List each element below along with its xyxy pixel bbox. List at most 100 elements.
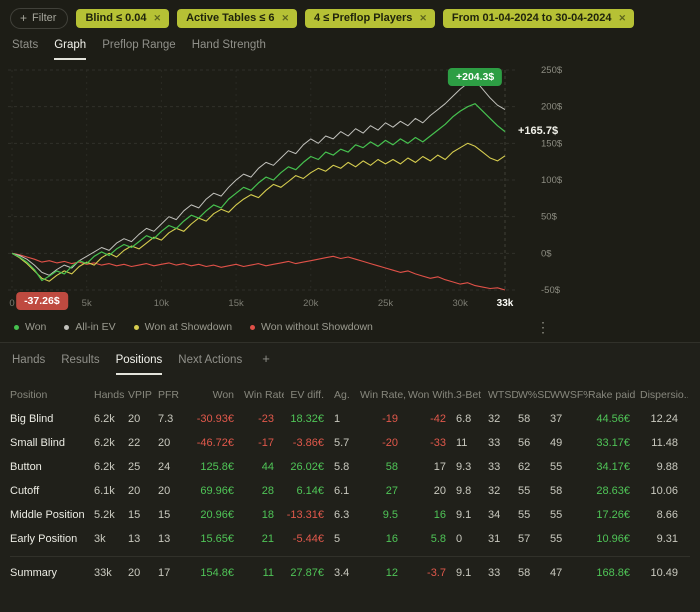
filter-pill[interactable]: From 01-04-2024 to 30-04-2024 ✕ [442, 9, 635, 28]
table-row[interactable]: Button 6.2k 25 24 125.8€ 44 26.02€ 5.8 58 17 9.3 33… [10, 455, 690, 479]
table-row[interactable]: Early Position 3k 13 13 15.65€ 21 -5.44€ 5 16 5.8… [10, 527, 690, 551]
stat-cell: -33 [430, 437, 446, 449]
stat-cell: 33 [488, 437, 501, 449]
column-header-rake-paid[interactable]: Rake paid [588, 389, 640, 401]
subtab-hands[interactable]: Hands [12, 354, 45, 375]
position-cell: Big Blind [10, 413, 54, 425]
stat-cell: 5.7 [334, 437, 350, 449]
stat-cell: 9.31 [656, 533, 678, 545]
stat-cell: 55 [518, 485, 531, 497]
column-header-ev-diff[interactable]: EV diff. [284, 389, 334, 401]
column-header-position[interactable]: Position [10, 389, 94, 401]
column-header-ag[interactable]: Ag. [334, 389, 360, 401]
stat-cell: 10.96€ [596, 533, 630, 545]
svg-text:20k: 20k [303, 298, 319, 309]
column-header-w-sd[interactable]: W%SD [518, 389, 550, 401]
stat-cell: 16 [433, 509, 446, 521]
legend-dot [64, 324, 70, 330]
svg-text:250$: 250$ [541, 65, 563, 76]
remove-filter-icon[interactable]: ✕ [154, 13, 162, 24]
add-tab-button[interactable]: + [262, 351, 270, 375]
subtab-positions[interactable]: Positions [115, 354, 163, 375]
column-header-win-rate[interactable]: Win Rate, ... [360, 389, 408, 401]
stat-cell: 44 [261, 461, 274, 473]
stat-cell: 12.24 [650, 413, 678, 425]
column-header-dispersio[interactable]: Dispersio... [640, 389, 688, 401]
column-header-won[interactable]: Won [190, 389, 244, 401]
remove-filter-icon[interactable]: ✕ [619, 13, 627, 24]
stat-cell: 34.17€ [596, 461, 630, 473]
column-header-vpip[interactable]: VPIP [128, 389, 158, 401]
column-header-hands[interactable]: Hands [94, 389, 128, 401]
stat-cell: 22 [128, 437, 141, 449]
more-options-icon[interactable]: ⋮ [536, 319, 550, 336]
remove-filter-icon[interactable]: ✕ [281, 13, 289, 24]
table-row[interactable]: Small Blind 6.2k 22 20 -46.72€ -17 -3.86€ 5.7 -2… [10, 431, 690, 455]
stat-cell: 20 [158, 485, 171, 497]
filter-button[interactable]: + Filter [10, 8, 69, 29]
stat-cell: 5.8 [430, 533, 446, 545]
filter-pill-label: From 01-04-2024 to 30-04-2024 [451, 12, 612, 24]
summary-row[interactable]: Summary 33k 20 17 154.8€ 11 27.87€ 3.4 12 -3.7 9.1… [10, 561, 690, 585]
stat-cell: 10.06 [650, 485, 678, 497]
svg-text:0: 0 [9, 298, 14, 309]
stat-cell: 57 [518, 533, 531, 545]
stat-cell: 20 [128, 413, 141, 425]
svg-text:10k: 10k [154, 298, 170, 309]
tab-stats[interactable]: Stats [12, 39, 38, 60]
stat-cell: 15 [158, 509, 171, 521]
remove-filter-icon[interactable]: ✕ [419, 13, 427, 24]
chart-badge: -37.26$ [16, 292, 68, 311]
stat-cell: 69.96€ [200, 485, 234, 497]
column-header-won-with[interactable]: Won With... [408, 389, 456, 401]
stat-cell: 58 [385, 461, 398, 473]
summary-divider [10, 556, 690, 557]
column-header-wwsf[interactable]: WWSF% [550, 389, 588, 401]
legend-item[interactable]: Won without Showdown [250, 321, 373, 333]
stat-cell: 20 [128, 485, 141, 497]
stat-cell: 5 [334, 533, 341, 545]
legend-dot [250, 324, 256, 330]
stat-cell: 44.56€ [596, 413, 630, 425]
stat-cell: 17 [433, 461, 446, 473]
subtab-next-actions[interactable]: Next Actions [178, 354, 242, 375]
filter-pill[interactable]: Active Tables ≤ 6 ✕ [177, 9, 297, 28]
legend-item[interactable]: All-in EV [64, 321, 116, 333]
stat-cell: 11 [456, 437, 468, 449]
tab-graph[interactable]: Graph [54, 39, 87, 60]
legend-item[interactable]: Won [14, 321, 46, 333]
stat-cell: 58 [550, 485, 563, 497]
legend-item[interactable]: Won at Showdown [133, 321, 232, 333]
stat-cell: 34 [488, 509, 501, 521]
column-header-pfr[interactable]: PFR [158, 389, 190, 401]
stat-cell: -3.86€ [292, 437, 324, 449]
stat-cell: 26.02€ [290, 461, 324, 473]
stat-cell: 49 [550, 437, 563, 449]
stat-cell: 9.1 [456, 567, 472, 579]
column-header-3-bet[interactable]: 3-Bet [456, 389, 488, 401]
stat-cell: 31 [488, 533, 501, 545]
stat-cell: 27.87€ [290, 567, 324, 579]
svg-text:-50$: -50$ [541, 285, 561, 296]
stat-cell: -30.93€ [196, 413, 234, 425]
table-row[interactable]: Big Blind 6.2k 20 7.3 -30.93€ -23 18.32€ 1 -19 -4… [10, 407, 690, 431]
column-header-win-rate[interactable]: Win Rate ... [244, 389, 284, 401]
table-row[interactable]: Middle Position 5.2k 15 15 20.96€ 18 -13.31€ 6.… [10, 503, 690, 527]
table-row[interactable]: Cutoff 6.1k 20 20 69.96€ 28 6.14€ 6.1 27 20 9.8 32 5… [10, 479, 690, 503]
stat-cell: 16 [385, 533, 398, 545]
stat-cell: 154.8€ [200, 567, 234, 579]
column-header-wtsd[interactable]: WTSD [488, 389, 518, 401]
stat-cell: 55 [550, 461, 563, 473]
stat-cell: 12 [385, 567, 398, 579]
filter-pill[interactable]: Blind ≤ 0.04 ✕ [76, 9, 170, 28]
positions-table: PositionHandsVPIPPFRWonWin Rate ...EV di… [0, 375, 700, 585]
tab-preflop-range[interactable]: Preflop Range [102, 39, 176, 60]
stat-cell: 3.4 [334, 567, 350, 579]
stat-cell: 168.8€ [596, 567, 630, 579]
tab-hand-strength[interactable]: Hand Strength [192, 39, 266, 60]
svg-text:150$: 150$ [541, 138, 563, 149]
subtab-results[interactable]: Results [61, 354, 99, 375]
stat-cell: -13.31€ [286, 509, 324, 521]
stat-cell: 55 [550, 533, 563, 545]
filter-pill[interactable]: 4 ≤ Preflop Players ✕ [305, 9, 435, 28]
